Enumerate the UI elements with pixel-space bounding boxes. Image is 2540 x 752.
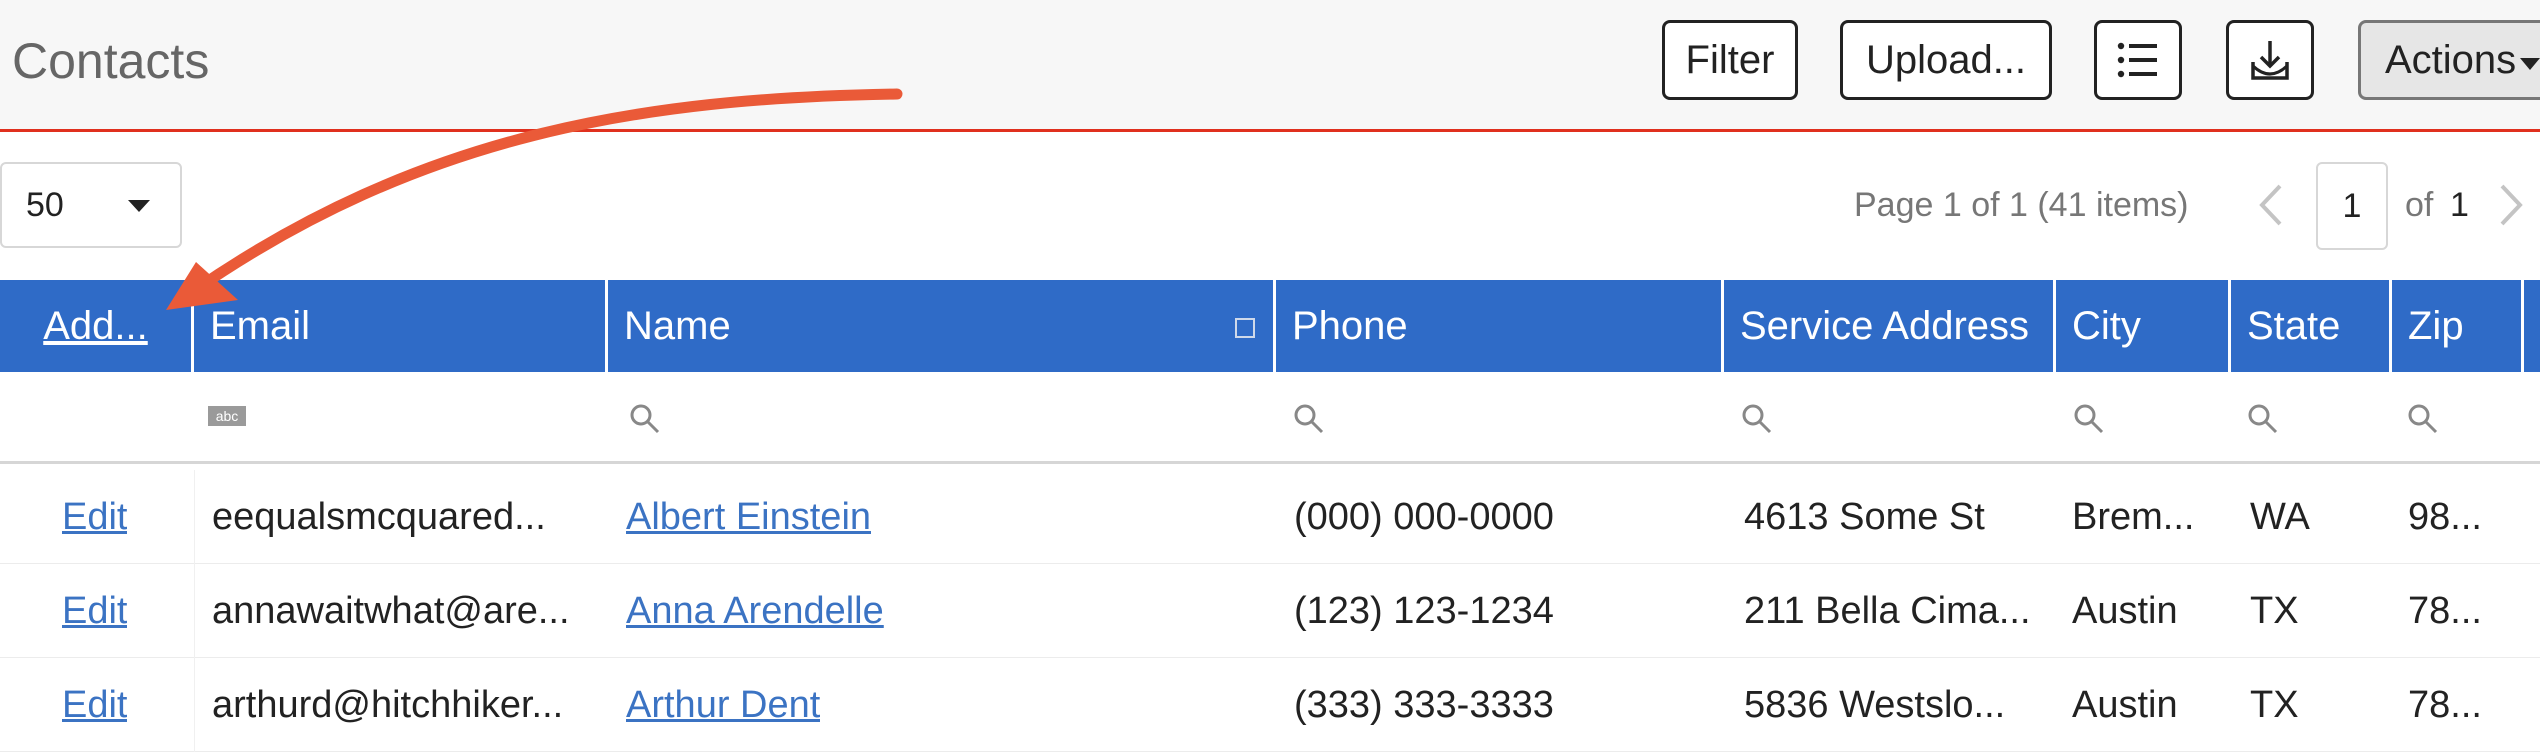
city-cell: Austin: [2072, 589, 2178, 632]
email-cell: annawaitwhat@are...: [212, 589, 570, 632]
address-cell: 211 Bella Cima...: [1744, 589, 2031, 632]
caret-down-icon: [128, 200, 150, 212]
state-cell: WA: [2250, 495, 2310, 538]
phone-cell: (000) 000-0000: [1294, 495, 1554, 538]
filter-button[interactable]: Filter: [1662, 20, 1798, 100]
page-info: Page 1 of 1 (41 items): [1854, 186, 2189, 224]
address-filter-search-icon[interactable]: [1740, 402, 1774, 436]
actions-label: Actions: [2385, 37, 2517, 82]
page-size-select[interactable]: 50: [0, 162, 182, 248]
phone-filter-search-icon[interactable]: [1292, 402, 1326, 436]
column-header-zip[interactable]: Zip: [2392, 280, 2524, 372]
column-header-city[interactable]: City: [2056, 280, 2231, 372]
city-filter-search-icon[interactable]: [2072, 402, 2106, 436]
table-row: Edit annawaitwhat@are... Anna Arendelle …: [0, 564, 2540, 658]
page-number-input[interactable]: 1: [2316, 162, 2388, 250]
actions-menu-button[interactable]: Actions: [2358, 20, 2540, 100]
contact-name-link[interactable]: Anna Arendelle: [626, 590, 884, 633]
contact-name-link[interactable]: Arthur Dent: [626, 684, 820, 727]
sort-icon[interactable]: [1235, 318, 1255, 338]
table-row: Edit arthurd@hitchhiker... Arthur Dent (…: [0, 658, 2540, 752]
phone-cell: (333) 333-3333: [1294, 683, 1554, 726]
toolbar: Contacts Filter Upload... Actions: [0, 0, 2540, 132]
caret-down-icon: [2520, 58, 2540, 70]
column-header-name[interactable]: Name: [608, 280, 1276, 372]
zip-cell: 78...: [2408, 589, 2482, 632]
next-page-icon[interactable]: [2494, 180, 2528, 230]
edit-link[interactable]: Edit: [62, 496, 127, 539]
address-cell: 5836 Westslo...: [1744, 683, 2006, 726]
column-header-state[interactable]: State: [2231, 280, 2392, 372]
zip-cell: 98...: [2408, 495, 2482, 538]
column-header-email[interactable]: Email: [194, 280, 608, 372]
total-pages: 1: [2450, 186, 2469, 224]
filter-row: abc: [0, 372, 2540, 464]
column-header-name-label: Name: [624, 303, 731, 348]
of-label: of: [2405, 186, 2434, 224]
contact-name-link[interactable]: Albert Einstein: [626, 496, 871, 539]
column-header-phone[interactable]: Phone: [1276, 280, 1724, 372]
grid-header-row: Add... Email Name Phone Service Address …: [0, 280, 2540, 372]
page-title: Contacts: [12, 33, 210, 89]
state-cell: TX: [2250, 683, 2299, 726]
list-icon: [2117, 42, 2157, 78]
state-cell: TX: [2250, 589, 2299, 632]
zip-cell: 78...: [2408, 683, 2482, 726]
name-filter-search-icon[interactable]: [628, 402, 662, 436]
download-icon: [2251, 41, 2289, 80]
email-cell: arthurd@hitchhiker...: [212, 683, 564, 726]
add-contact-link[interactable]: Add...: [0, 280, 194, 372]
email-cell: eequalsmcquared...: [212, 495, 546, 538]
city-cell: Brem...: [2072, 495, 2195, 538]
upload-button[interactable]: Upload...: [1840, 20, 2052, 100]
state-filter-search-icon[interactable]: [2246, 402, 2280, 436]
page-size-value: 50: [26, 186, 64, 224]
download-button[interactable]: [2226, 20, 2314, 100]
column-header-service-address[interactable]: Service Address: [1724, 280, 2056, 372]
list-view-button[interactable]: [2094, 20, 2182, 100]
previous-page-icon[interactable]: [2254, 180, 2288, 230]
phone-cell: (123) 123-1234: [1294, 589, 1554, 632]
zip-filter-search-icon[interactable]: [2406, 402, 2440, 436]
table-row: Edit eequalsmcquared... Albert Einstein …: [0, 470, 2540, 564]
edit-link[interactable]: Edit: [62, 590, 127, 633]
edit-link[interactable]: Edit: [62, 684, 127, 727]
city-cell: Austin: [2072, 683, 2178, 726]
address-cell: 4613 Some St: [1744, 495, 1985, 538]
text-filter-icon[interactable]: abc: [208, 406, 246, 426]
